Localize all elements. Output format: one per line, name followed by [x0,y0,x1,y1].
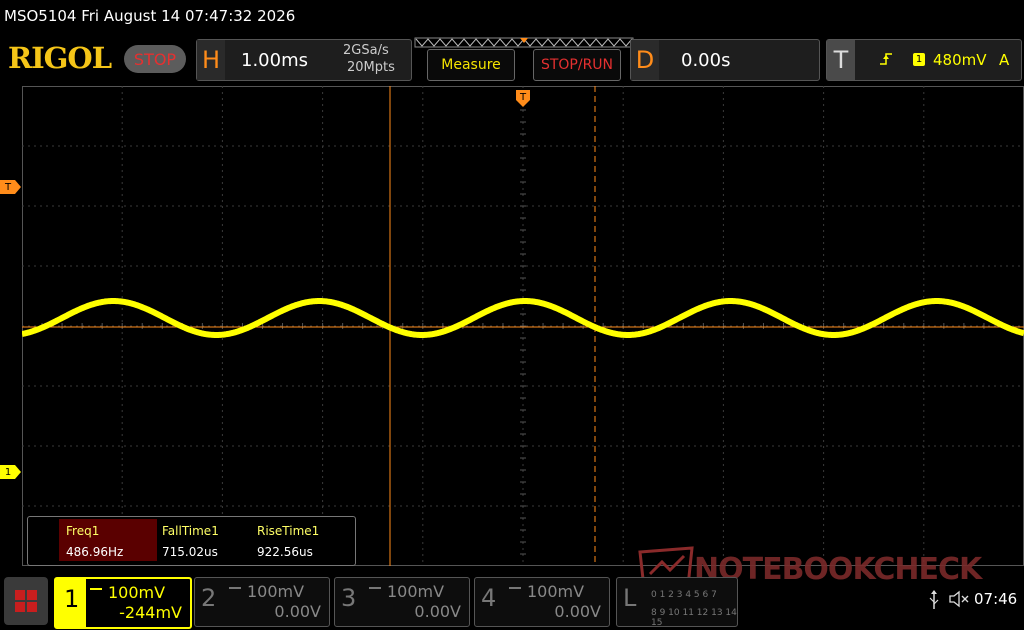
channel3-box[interactable]: 3 100mV 0.00V [334,577,470,627]
channel4-number: 4 [481,584,497,612]
delay-panel[interactable]: D 0.00s [630,39,820,81]
trigger-mode: A [999,51,1010,69]
title-bar: MSO5104 Fri August 14 07:47:32 2026 [0,0,1024,34]
channel4-offset: 0.00V [554,602,601,621]
meas-value-freq: 486.96Hz [66,545,124,559]
logic-letter: L [623,584,637,612]
channel1-offset: -244mV [119,603,182,622]
meas-header-risetime: RiseTime1 [257,524,320,538]
model-datetime: MSO5104 Fri August 14 07:47:32 2026 [4,7,296,25]
waveform-display[interactable] [22,86,1024,566]
channel3-offset: 0.00V [414,602,461,621]
channel1-scale: 100mV [108,583,166,602]
meas-value-risetime: 922.56us [257,545,313,559]
trigger-position-letter: T [519,91,527,103]
channel4-box[interactable]: 4 100mV 0.00V [474,577,610,627]
measurement-panel[interactable]: Freq1 FallTime1 RiseTime1 486.96Hz 715.0… [27,516,356,566]
channel4-coupling-icon [509,587,521,595]
meas-header-freq: Freq1 [66,524,100,538]
channel1-coupling-icon [90,588,102,596]
meas-header-falltime: FallTime1 [162,524,219,538]
rising-edge-icon [880,53,892,65]
channel1-waveform [22,298,1024,338]
sample-rate: 2GSa/s [343,43,389,58]
bottom-bar: 1 100mV -244mV 2 100mV 0.00V 3 100mV 0.0… [0,573,1024,630]
channel2-coupling-icon [229,587,241,595]
clock: 07:46 [974,590,1018,608]
channel1-number: 1 [64,585,80,613]
trigger-source: 1 [913,53,925,66]
run-status-badge[interactable]: STOP [124,45,186,73]
logic-box[interactable]: L 0 1 2 3 4 5 6 7 8 9 10 11 12 13 14 15 [616,577,738,628]
channel2-offset: 0.00V [274,602,321,621]
horizontal-letter: H [197,40,225,80]
channel2-scale: 100mV [247,582,305,601]
channel1-offset-letter: 1 [4,466,12,478]
channel2-number: 2 [201,584,217,612]
channel3-scale: 100mV [387,582,445,601]
trigger-letter: T [827,40,855,80]
trigger-position-timeline [414,37,634,48]
logic-channels-row1: 0 1 2 3 4 5 6 7 [651,590,717,600]
channel3-number: 3 [341,584,357,612]
home-menu-button[interactable] [4,577,48,625]
delay-value: 0.00s [681,50,731,71]
stop-run-button[interactable]: STOP/RUN [533,49,621,81]
usb-icon [929,590,939,609]
logic-channels-row2: 8 9 10 11 12 13 14 15 [651,608,737,628]
top-bar: RIGOL STOP H 1.00ms 2GSa/s 20Mpts Measur… [0,37,1024,83]
speaker-muted-icon[interactable] [948,590,970,608]
memory-depth: 20Mpts [347,60,395,75]
channel4-scale: 100mV [527,582,585,601]
trigger-level: 480mV [933,51,987,69]
timebase-value: 1.00ms [241,50,308,71]
trigger-panel[interactable]: T 1 480mV A [826,39,1022,81]
horizontal-panel[interactable]: H 1.00ms 2GSa/s 20Mpts [196,39,412,81]
trigger-level-letter: T [4,181,12,193]
measure-button[interactable]: Measure [427,49,515,81]
delay-letter: D [631,40,659,80]
menu-grid-icon [15,590,37,612]
channel2-box[interactable]: 2 100mV 0.00V [194,577,330,627]
meas-value-falltime: 715.02us [162,545,218,559]
channel1-box[interactable]: 1 100mV -244mV [54,577,192,629]
channel3-coupling-icon [369,587,381,595]
rigol-logo: RIGOL [8,41,112,75]
